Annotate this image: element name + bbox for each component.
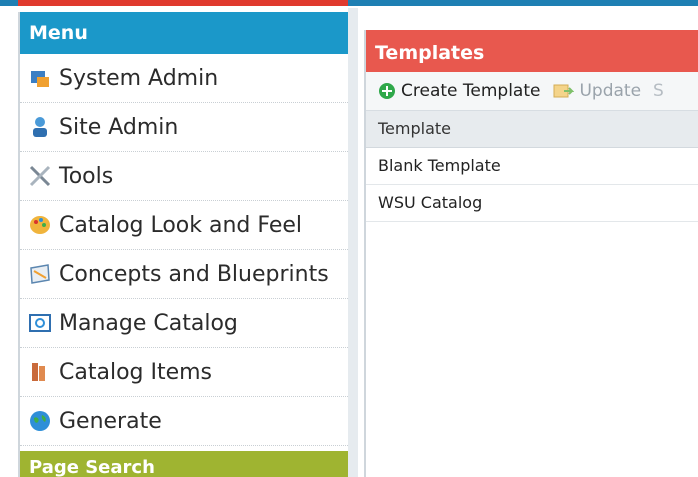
- create-template-button[interactable]: Create Template: [378, 81, 540, 101]
- catalog-items-icon: [27, 359, 53, 385]
- update-button[interactable]: Update: [552, 81, 641, 101]
- update-icon: [552, 82, 575, 100]
- menu-item-label: Tools: [59, 163, 114, 189]
- system-admin-icon: [27, 65, 53, 91]
- menu-item-label: Site Admin: [59, 114, 179, 140]
- panel-gutter: [348, 8, 358, 477]
- toolbar-overflow-label: S: [653, 81, 664, 101]
- menu-item-catalog-look-and-feel[interactable]: Catalog Look and Feel: [20, 201, 348, 250]
- templates-panel: Templates Create Template Update S Templ…: [364, 30, 698, 477]
- menu-item-site-admin[interactable]: Site Admin: [20, 103, 348, 152]
- menu-item-catalog-items[interactable]: Catalog Items: [20, 348, 348, 397]
- menu-header: Menu: [20, 12, 348, 54]
- table-row[interactable]: WSU Catalog: [366, 185, 698, 222]
- table-row[interactable]: Blank Template: [366, 148, 698, 185]
- blueprint-icon: [27, 261, 53, 287]
- menu-item-label: Manage Catalog: [59, 310, 238, 336]
- menu-item-system-admin[interactable]: System Admin: [20, 54, 348, 103]
- template-column-header[interactable]: Template: [366, 111, 698, 148]
- page-search-header: Page Search: [20, 451, 357, 477]
- toolbar-overflow-button[interactable]: S: [653, 81, 664, 101]
- menu-item-concepts-and-blueprints[interactable]: Concepts and Blueprints: [20, 250, 348, 299]
- palette-icon: [27, 212, 53, 238]
- manage-catalog-icon: [27, 310, 53, 336]
- update-label: Update: [579, 81, 642, 101]
- add-icon: [378, 82, 396, 100]
- globe-icon: [27, 408, 53, 434]
- templates-header: Templates: [366, 30, 698, 72]
- menu-item-label: Generate: [59, 408, 162, 434]
- tools-icon: [27, 163, 53, 189]
- menu-item-generate[interactable]: Generate: [20, 397, 348, 446]
- menu-item-label: Catalog Items: [59, 359, 213, 385]
- menu-item-manage-catalog[interactable]: Manage Catalog: [20, 299, 348, 348]
- create-template-label: Create Template: [401, 81, 541, 101]
- menu-item-label: System Admin: [59, 65, 219, 91]
- menu-item-label: Concepts and Blueprints: [59, 261, 329, 287]
- menu-panel: Menu System Admin Site Admin Tools Catal…: [18, 12, 357, 477]
- menu-item-tools[interactable]: Tools: [20, 152, 348, 201]
- top-red-accent: [18, 0, 348, 6]
- menu-item-label: Catalog Look and Feel: [59, 212, 303, 238]
- site-admin-icon: [27, 114, 53, 140]
- templates-toolbar: Create Template Update S: [366, 72, 698, 111]
